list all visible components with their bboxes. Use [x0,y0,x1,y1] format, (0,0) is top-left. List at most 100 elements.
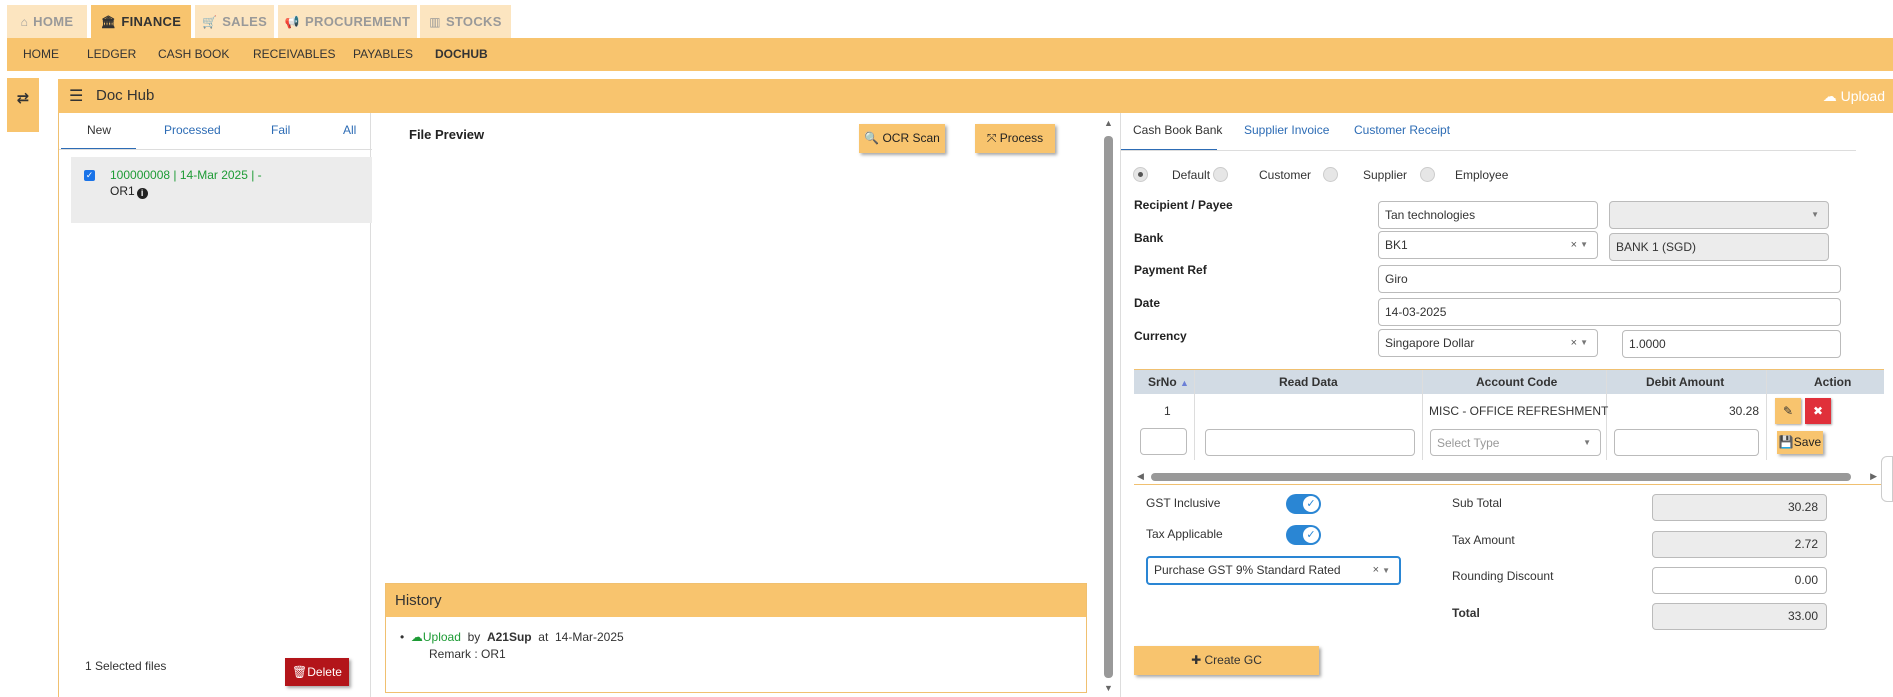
subnav-cash-book[interactable]: CASH BOOK [158,38,229,71]
edit-row-button[interactable]: ✎ [1775,398,1801,424]
file-list-panel: New Processed Fail All ✓ 100000008 | 14-… [58,113,372,697]
upload-button[interactable]: ☁ Upload [1823,88,1885,105]
close-icon: ✖ [1812,404,1824,418]
rounding-input[interactable]: 0.00 [1652,567,1827,594]
top-nav: ⌂ HOME 🏛 FINANCE 🛒 SALES 📢 PROCUREMENT ▥ STOC… [0,0,1893,38]
subnav-dochub[interactable]: DOCHUB [435,38,488,71]
horizontal-scrollbar[interactable]: ◀ ▶ [1137,471,1877,482]
clear-icon[interactable]: × [1373,558,1379,583]
file-remark: OR1 i [110,184,148,199]
tab-processed[interactable]: Processed [164,123,221,137]
tab-sales[interactable]: 🛒 SALES [195,5,274,38]
subnav-ledger[interactable]: LEDGER [87,38,136,71]
process-button[interactable]: ⤧ Process [975,124,1055,153]
trash-icon: 🗑 [292,665,308,679]
side-drawer-handle[interactable] [1881,456,1893,502]
chevron-down-icon: ▼ [1580,338,1588,347]
gst-inclusive-toggle[interactable] [1286,494,1321,514]
sidebar-toggle-button[interactable]: ⇄ [7,78,39,132]
tab-fail[interactable]: Fail [271,123,290,137]
sub-total-label: Sub Total [1452,496,1502,510]
scrollbar-thumb[interactable] [1104,136,1113,678]
tab-new[interactable]: New [87,123,111,137]
clear-icon[interactable]: × [1571,330,1577,356]
column-account-code[interactable]: Account Code [1476,375,1557,389]
radio-supplier[interactable] [1323,167,1338,182]
scrollbar-thumb[interactable] [1151,473,1851,481]
tax-applicable-toggle[interactable] [1286,525,1321,545]
total-label: Total [1452,606,1480,620]
new-srno-input[interactable] [1140,428,1187,455]
vertical-scrollbar[interactable]: ▲ ▼ [1104,118,1113,693]
save-row-button[interactable]: 💾Save [1777,431,1823,454]
scroll-left-icon[interactable]: ◀ [1137,471,1144,482]
new-debit-amount-input[interactable] [1614,429,1759,456]
tab-all[interactable]: All [343,123,356,137]
tab-customer-receipt[interactable]: Customer Receipt [1354,123,1450,137]
history-date: 14-Mar-2025 [554,630,624,644]
ocr-scan-button[interactable]: 🔍 OCR Scan [859,124,945,153]
tab-divider [59,149,372,150]
delete-row-button[interactable]: ✖ [1805,398,1831,424]
radio-employee-label: Employee [1455,168,1509,182]
bank-name-field: BANK 1 (SGD) [1609,233,1829,261]
currency-select[interactable]: Singapore Dollar × ▼ [1378,329,1598,357]
row-debit-amount: 30.28 [1729,404,1760,418]
clear-icon[interactable]: × [1571,232,1577,258]
bank-select[interactable]: BK1 × ▼ [1378,231,1598,259]
column-action[interactable]: Action [1814,375,1851,389]
file-preview-title: File Preview [409,127,485,142]
select-placeholder: Select Type [1437,436,1500,450]
tab-finance[interactable]: 🏛 FINANCE [91,5,191,38]
column-divider [1422,370,1423,460]
new-account-select[interactable]: Select Type ▼ [1430,429,1601,456]
radio-customer[interactable] [1213,167,1228,182]
selected-count: 1 Selected files [85,659,167,673]
column-srno[interactable]: SrNo ▲ [1148,375,1189,389]
panel-header: ☰ Doc Hub ☁ Upload [58,79,1893,113]
chevron-down-icon: ▼ [1811,210,1819,219]
save-icon: 💾 [1778,435,1794,449]
radio-default[interactable] [1133,167,1148,182]
expand-icon: ⤧ [986,131,997,145]
tax-code-select[interactable]: Purchase GST 9% Standard Rated × ▼ [1146,556,1401,585]
scroll-right-icon[interactable]: ▶ [1870,471,1877,482]
new-read-data-input[interactable] [1205,429,1415,456]
bank-icon: 🏛 [100,15,117,29]
scroll-up-icon[interactable]: ▲ [1104,118,1113,128]
radio-default-label: Default [1172,168,1211,182]
info-icon[interactable]: i [136,188,148,199]
tab-home[interactable]: ⌂ HOME [7,5,87,38]
recipient-type-select[interactable]: ▼ [1609,201,1829,229]
date-label: Date [1134,296,1161,310]
tab-cash-book-bank[interactable]: Cash Book Bank [1133,123,1222,137]
column-debit-amount[interactable]: Debit Amount [1646,375,1724,389]
swap-icon: ⇄ [16,90,30,107]
create-gc-button[interactable]: ✚ Create GC [1134,646,1319,675]
search-icon: 🔍 [864,131,880,145]
megaphone-icon: 📢 [284,15,301,29]
tab-stocks[interactable]: ▥ STOCKS [420,5,511,38]
radio-employee[interactable] [1420,167,1435,182]
column-divider [1766,370,1767,460]
recipient-label: Recipient / Payee [1134,198,1233,212]
history-remark: Remark : OR1 [429,647,506,661]
subnav-home[interactable]: HOME [23,38,59,71]
tab-procurement[interactable]: 📢 PROCUREMENT [278,5,417,38]
tab-supplier-invoice[interactable]: Supplier Invoice [1244,123,1329,137]
delete-button[interactable]: 🗑Delete [285,658,349,686]
column-read-data[interactable]: Read Data [1279,375,1338,389]
subnav-receivables[interactable]: RECEIVABLES [253,38,335,71]
exchange-rate-input[interactable]: 1.0000 [1622,330,1841,358]
recipient-input[interactable]: Tan technologies [1378,201,1598,229]
currency-label: Currency [1134,329,1187,343]
edit-icon: ✎ [1782,404,1794,418]
date-input[interactable]: 14-03-2025 [1378,298,1841,326]
tax-amount-label: Tax Amount [1452,533,1515,547]
payment-ref-input[interactable]: Giro [1378,265,1841,293]
scroll-down-icon[interactable]: ▼ [1104,683,1113,693]
file-name[interactable]: 100000008 | 14-Mar 2025 | - [110,168,262,182]
hamburger-menu-icon[interactable]: ☰ [69,86,83,106]
subnav-payables[interactable]: PAYABLES [353,38,413,71]
file-checkbox[interactable]: ✓ [84,170,95,181]
